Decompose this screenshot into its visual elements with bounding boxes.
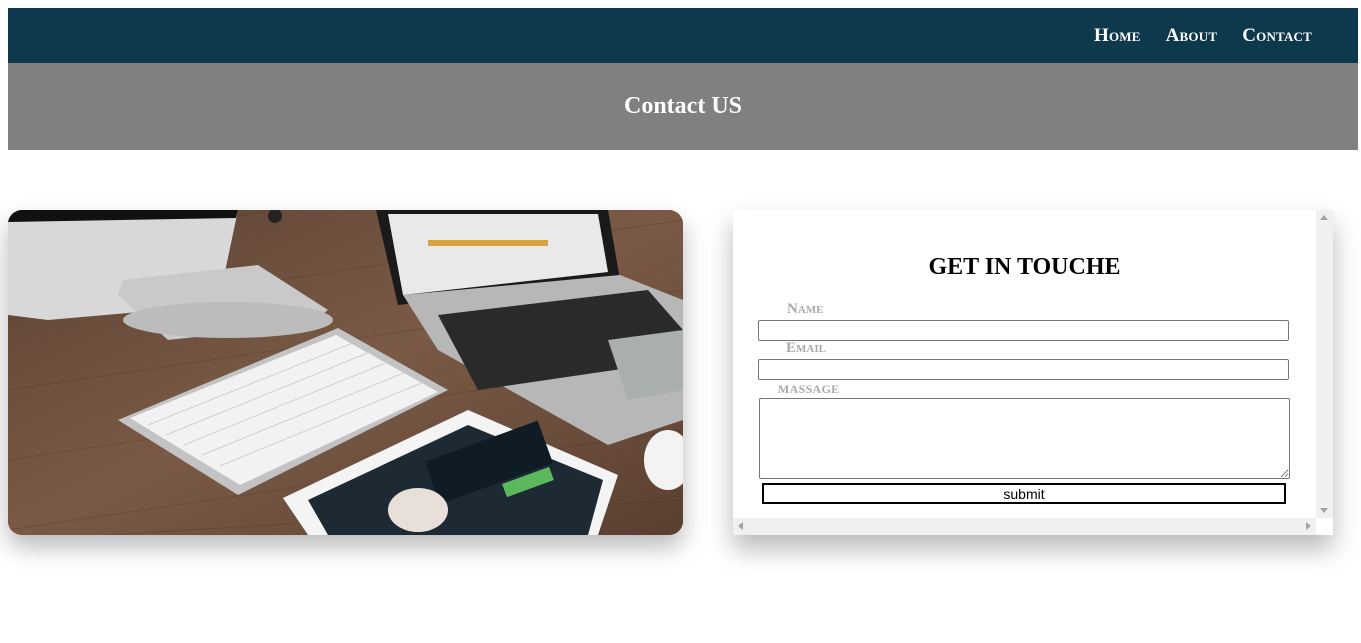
workspace-illustration — [8, 210, 683, 535]
message-label: MASSAGE — [778, 382, 840, 396]
nav-links: Home About Contact — [1094, 8, 1312, 63]
page-title: Contact US — [624, 93, 742, 119]
horizontal-scrollbar[interactable] — [733, 518, 1316, 535]
scroll-up-icon[interactable] — [1320, 215, 1328, 220]
scroll-right-icon[interactable] — [1306, 522, 1311, 530]
name-label: Name — [787, 301, 824, 317]
contact-form-panel: GET IN TOUCHE Name Email MASSAGE submit — [733, 210, 1333, 535]
name-field[interactable] — [758, 320, 1289, 341]
email-label: Email — [786, 340, 826, 356]
nav-link-about[interactable]: About — [1166, 25, 1218, 47]
scroll-left-icon[interactable] — [738, 522, 743, 530]
nav-link-home[interactable]: Home — [1094, 25, 1141, 47]
top-navbar: Home About Contact — [8, 8, 1358, 63]
message-field[interactable] — [759, 398, 1290, 479]
page-banner: Contact US — [8, 63, 1358, 150]
form-title: GET IN TOUCHE — [928, 254, 1121, 280]
email-field[interactable] — [758, 359, 1289, 380]
vertical-scrollbar[interactable] — [1316, 210, 1333, 518]
nav-link-contact[interactable]: Contact — [1242, 25, 1312, 47]
scroll-corner — [1316, 518, 1333, 535]
scroll-down-icon[interactable] — [1320, 508, 1328, 513]
workspace-photo — [8, 210, 683, 535]
submit-button[interactable]: submit — [762, 483, 1286, 504]
